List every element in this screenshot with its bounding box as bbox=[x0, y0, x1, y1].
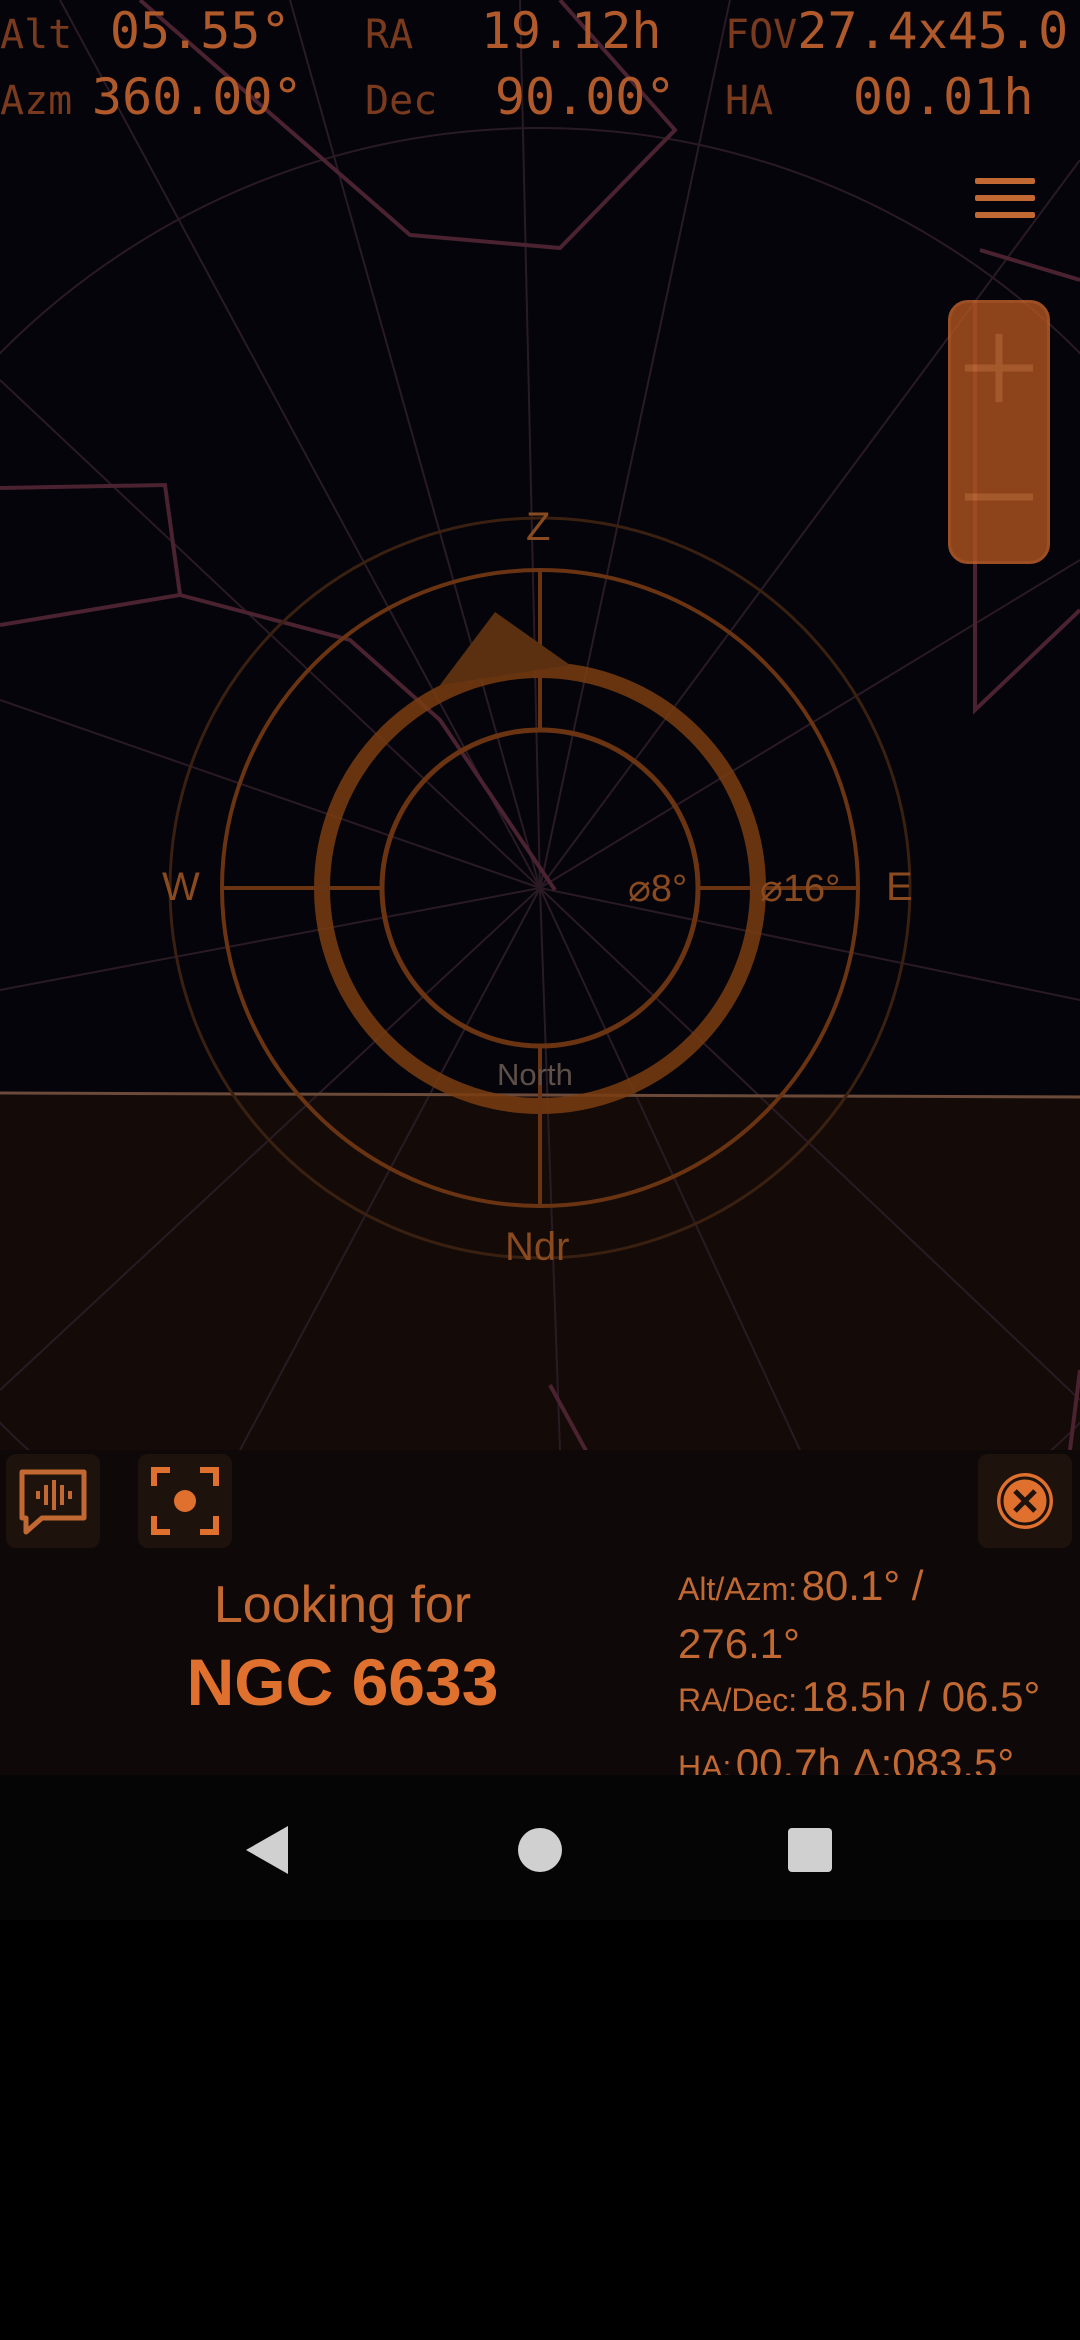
menu-button[interactable] bbox=[975, 178, 1035, 226]
close-icon bbox=[997, 1473, 1053, 1529]
looking-for-label: Looking for bbox=[213, 1576, 472, 1634]
hud-alt-value: 05.55° bbox=[109, 2, 291, 60]
hud-ra-label: RA bbox=[365, 12, 414, 58]
zoom-out-button[interactable] bbox=[951, 432, 1047, 561]
compass-ring-outer-label: ⌀16° bbox=[760, 868, 841, 910]
plus-icon bbox=[965, 333, 1033, 402]
alt-azm-value: 80.1° / bbox=[801, 1562, 924, 1609]
voice-chat-icon bbox=[19, 1469, 87, 1535]
home-button[interactable] bbox=[505, 1815, 575, 1885]
focus-target-icon bbox=[151, 1467, 219, 1535]
hud-dec-value: 90.00° bbox=[494, 68, 676, 126]
zoom-control[interactable] bbox=[948, 300, 1050, 564]
compass-west-label: W bbox=[162, 865, 200, 909]
minus-icon bbox=[965, 493, 1033, 500]
target-info-panel: Looking for NGC 6633 Alt/Azm: 80.1° / 27… bbox=[0, 1450, 1080, 1787]
hud-ha-value: 00.01h bbox=[852, 68, 1034, 126]
hud-fov-value: 27.4x45.0 bbox=[797, 2, 1069, 60]
compass-nadir-label: Ndr bbox=[505, 1225, 570, 1269]
hud-alt-label: Alt bbox=[0, 12, 73, 58]
ra-dec-label: RA/Dec: bbox=[678, 1682, 798, 1718]
hud-fov-label: FOV bbox=[725, 12, 798, 58]
system-nav-bar bbox=[0, 1775, 1080, 1920]
hud-dec-label: Dec bbox=[365, 78, 438, 124]
hamburger-icon bbox=[975, 178, 1035, 218]
focus-button[interactable] bbox=[138, 1454, 232, 1548]
hud-alt: Alt 05.55° bbox=[0, 2, 291, 60]
zoom-in-button[interactable] bbox=[951, 303, 1047, 432]
hud-azm: Azm 360.00° bbox=[0, 68, 303, 126]
recents-button[interactable] bbox=[775, 1815, 845, 1885]
hud-dec: Dec 90.00° bbox=[365, 68, 676, 126]
hud-fov: FOV27.4x45.0 bbox=[725, 2, 1068, 60]
target-coordinates: Alt/Azm: 80.1° / 276.1° RA/Dec: 18.5h / … bbox=[678, 1562, 1078, 1802]
hud-ra-value: 19.12h bbox=[480, 2, 662, 60]
hud-ha-label: HA bbox=[725, 78, 774, 124]
back-button[interactable] bbox=[232, 1815, 302, 1885]
recents-icon bbox=[788, 1828, 832, 1872]
back-icon bbox=[246, 1826, 288, 1874]
close-button[interactable] bbox=[978, 1454, 1072, 1548]
home-icon bbox=[518, 1828, 562, 1872]
hud-ra: RA 19.12h bbox=[365, 2, 661, 60]
compass-ring-inner-label: ⌀8° bbox=[628, 868, 688, 910]
alt-azm-value-cont: 276.1° bbox=[678, 1620, 800, 1667]
hud-azm-label: Azm bbox=[0, 78, 73, 124]
sky-view[interactable]: Alt 05.55° RA 19.12h FOV27.4x45.0 Azm 36… bbox=[0, 0, 1080, 1450]
target-name: NGC 6633 bbox=[186, 1645, 499, 1719]
hud-ha: HA 00.01h bbox=[725, 68, 1033, 126]
compass-zenith-label: Z bbox=[526, 505, 551, 549]
alt-azm-label: Alt/Azm: bbox=[678, 1571, 798, 1607]
voice-button[interactable] bbox=[6, 1454, 100, 1548]
hud-azm-value: 360.00° bbox=[91, 68, 303, 126]
compass-direction-label: North bbox=[497, 1057, 573, 1092]
compass-east-label: E bbox=[886, 865, 913, 909]
ra-dec-value: 18.5h / 06.5° bbox=[801, 1673, 1041, 1720]
